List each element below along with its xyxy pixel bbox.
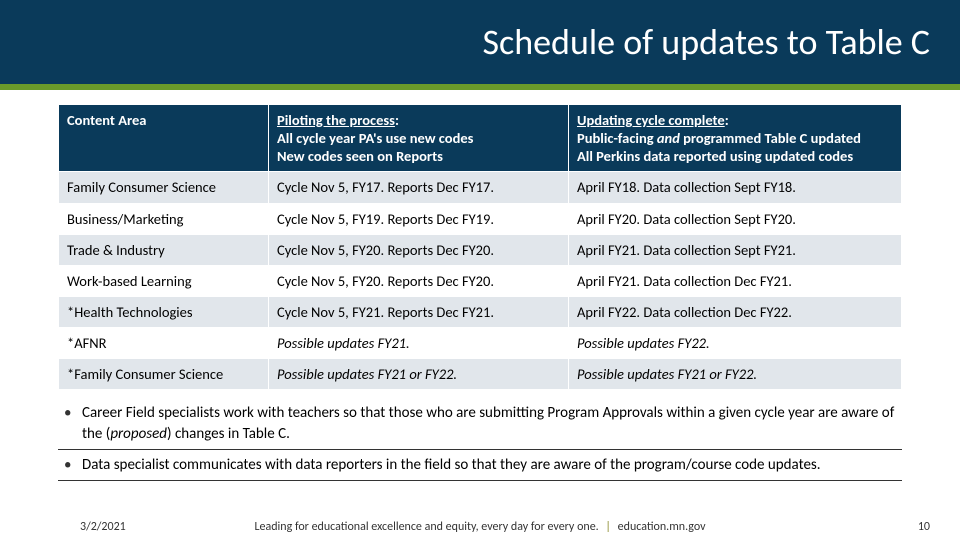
bullet-text: ) changes in Table C. <box>167 425 290 443</box>
slide-title: Schedule of updates to Table C <box>482 20 930 64</box>
header-text: Public-facing <box>577 129 657 147</box>
table-row: Work-based LearningCycle Nov 5, FY20. Re… <box>59 265 902 296</box>
table-cell: April FY20. Data collection Sept FY20. <box>569 203 902 234</box>
table-cell: Possible updates FY21 or FY22. <box>569 359 902 390</box>
table-body: Family Consumer ScienceCycle Nov 5, FY17… <box>59 172 902 390</box>
footer-center: Leading for educational excellence and e… <box>0 520 960 534</box>
table-cell: *Health Technologies <box>59 296 269 327</box>
table-cell: Possible updates FY22. <box>569 328 902 359</box>
header-text: Updating cycle complete <box>577 111 725 129</box>
table-cell: Cycle Nov 5, FY21. Reports Dec FY21. <box>269 296 569 327</box>
table-cell: Cycle Nov 5, FY20. Reports Dec FY20. <box>269 265 569 296</box>
bullet-text-italic: proposed <box>110 425 167 443</box>
page-number: 10 <box>918 520 930 534</box>
title-bar: Schedule of updates to Table C <box>0 0 960 84</box>
table-row: Trade & IndustryCycle Nov 5, FY20. Repor… <box>59 234 902 265</box>
footer-text: Leading for educational excellence and e… <box>254 520 598 534</box>
table-cell: April FY22. Data collection Dec FY22. <box>569 296 902 327</box>
table-cell: Trade & Industry <box>59 234 269 265</box>
header-text: and <box>657 129 680 147</box>
footer-separator: | <box>605 520 611 534</box>
header-updating: Updating cycle complete: Public-facing a… <box>569 105 902 172</box>
table-row: Business/MarketingCycle Nov 5, FY19. Rep… <box>59 203 902 234</box>
header-content-area: Content Area <box>59 105 269 172</box>
table-cell: Cycle Nov 5, FY20. Reports Dec FY20. <box>269 234 569 265</box>
table-cell: April FY18. Data collection Sept FY18. <box>569 172 902 203</box>
header-piloting: Piloting the process: All cycle year PA'… <box>269 105 569 172</box>
bullets: Career Field specialists work with teach… <box>0 390 960 481</box>
table-cell: Possible updates FY21. <box>269 328 569 359</box>
table-row: *Health TechnologiesCycle Nov 5, FY21. R… <box>59 296 902 327</box>
slide: Schedule of updates to Table C Content A… <box>0 0 960 540</box>
table-cell: Cycle Nov 5, FY17. Reports Dec FY17. <box>269 172 569 203</box>
header-text: Content Area <box>67 111 146 129</box>
header-text: Piloting the process <box>277 111 395 129</box>
table-row: Family Consumer ScienceCycle Nov 5, FY17… <box>59 172 902 203</box>
table-header-row: Content Area Piloting the process: All c… <box>59 105 902 172</box>
bullet-list: Career Field specialists work with teach… <box>58 398 902 481</box>
header-text: All Perkins data reported using updated … <box>577 147 853 165</box>
table-row: *Family Consumer SciencePossible updates… <box>59 359 902 390</box>
table-cell: Possible updates FY21 or FY22. <box>269 359 569 390</box>
header-text: programmed Table C updated <box>680 129 861 147</box>
table-cell: *Family Consumer Science <box>59 359 269 390</box>
table-cell: Work-based Learning <box>59 265 269 296</box>
schedule-table: Content Area Piloting the process: All c… <box>58 104 902 390</box>
table-row: *AFNRPossible updates FY21.Possible upda… <box>59 328 902 359</box>
header-text: All cycle year PA's use new codes <box>277 129 473 147</box>
footer-link-text: education.mn.gov <box>618 520 706 534</box>
table-cell: April FY21. Data collection Sept FY21. <box>569 234 902 265</box>
table-cell: Cycle Nov 5, FY19. Reports Dec FY19. <box>269 203 569 234</box>
bullet-text: Data specialist communicates with data r… <box>82 456 821 474</box>
table-cell: April FY21. Data collection Dec FY21. <box>569 265 902 296</box>
bullet-item: Data specialist communicates with data r… <box>58 450 902 481</box>
table-container: Content Area Piloting the process: All c… <box>0 90 960 390</box>
header-text: New codes seen on Reports <box>277 147 443 165</box>
table-cell: *AFNR <box>59 328 269 359</box>
table-cell: Business/Marketing <box>59 203 269 234</box>
bullet-item: Career Field specialists work with teach… <box>58 398 902 450</box>
table-cell: Family Consumer Science <box>59 172 269 203</box>
